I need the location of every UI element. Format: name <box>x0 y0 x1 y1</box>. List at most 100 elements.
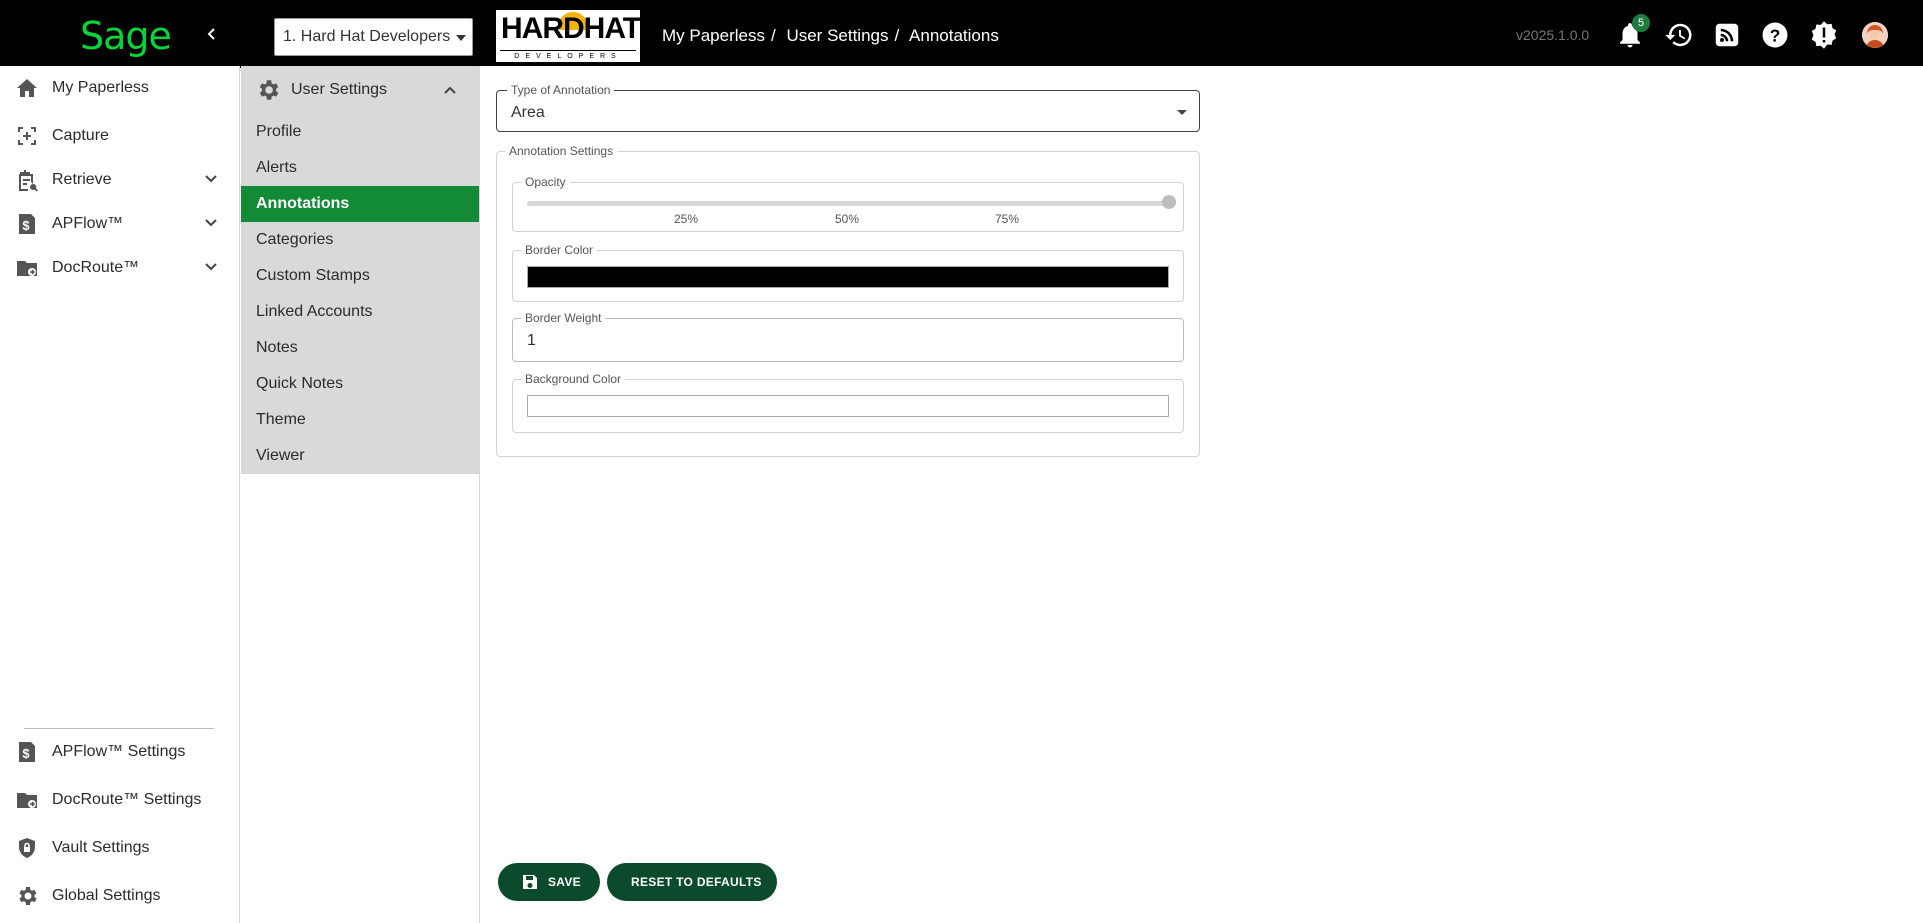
submenu-item-label: Custom Stamps <box>256 267 370 284</box>
background-color-label: Background Color <box>521 372 626 386</box>
company-logo-subtext: DEVELOPERS <box>500 50 636 62</box>
rss-feed-button[interactable] <box>1712 20 1742 50</box>
background-color-group: Background Color <box>512 372 1184 433</box>
opacity-tick-25: 25% <box>674 212 699 226</box>
nav-item-my-paperless[interactable]: My Paperless <box>0 66 240 110</box>
nav-item-label: APFlow™ Settings <box>52 743 186 760</box>
help-icon: ? <box>1762 22 1788 48</box>
nav-item-label: DocRoute™ Settings <box>52 791 202 808</box>
submenu-item-profile[interactable]: Profile <box>241 114 479 150</box>
nav-item-label: Vault Settings <box>52 839 150 856</box>
shield-lock-icon <box>19 838 35 858</box>
nav-item-apflow[interactable]: $ APFlow™ <box>0 202 240 246</box>
app: Sage 1. Hard Hat Developers HARDHAT DEVE… <box>0 0 1923 923</box>
help-button[interactable]: ? <box>1760 20 1790 50</box>
submenu-item-annotations[interactable]: Annotations <box>241 186 479 222</box>
submenu-item-custom-stamps[interactable]: Custom Stamps <box>241 258 479 294</box>
caret-down-icon <box>1177 110 1187 115</box>
save-icon <box>523 875 537 889</box>
submenu-title: User Settings <box>291 81 388 98</box>
caret-down-icon <box>456 35 466 41</box>
annotation-settings-label: Annotation Settings <box>505 144 618 158</box>
nav-item-label: Global Settings <box>52 887 161 904</box>
opacity-label: Opacity <box>521 175 570 189</box>
nav-item-vault-settings[interactable]: Vault Settings <box>0 826 240 870</box>
alert-button[interactable] <box>1809 20 1839 50</box>
collapse-sidebar-button[interactable] <box>198 20 226 48</box>
nav-item-retrieve[interactable]: Retrieve <box>0 158 240 202</box>
chevron-down-icon <box>205 263 217 271</box>
nav-divider <box>24 728 214 729</box>
submenu-header[interactable]: User Settings <box>241 66 479 114</box>
chevron-up-icon <box>444 86 456 94</box>
submenu-item-viewer[interactable]: Viewer <box>241 438 479 474</box>
nav-item-docroute[interactable]: DocRoute™ <box>0 246 240 290</box>
chevron-left-icon <box>207 28 215 40</box>
breadcrumb-separator: / <box>770 26 776 45</box>
nav-item-global-settings[interactable]: Global Settings <box>0 874 240 918</box>
history-button[interactable] <box>1664 20 1694 50</box>
annotation-type-select[interactable]: Type of Annotation Area <box>496 83 1200 132</box>
company-logo-text: HARDHAT <box>501 12 641 45</box>
annotation-type-label: Type of Annotation <box>507 83 615 97</box>
submenu-border <box>479 66 480 923</box>
notification-badge: 5 <box>1632 14 1650 32</box>
folder-route-icon <box>17 261 37 276</box>
border-color-picker[interactable] <box>527 266 1169 288</box>
company-select[interactable]: 1. Hard Hat Developers <box>274 18 473 56</box>
brand-area: Sage <box>2 2 242 68</box>
user-avatar[interactable] <box>1862 22 1888 48</box>
nav-item-docroute-settings[interactable]: DocRoute™ Settings <box>0 778 240 822</box>
rss-icon <box>1715 23 1739 47</box>
border-color-label: Border Color <box>521 243 598 257</box>
dollar-doc-icon: $ <box>19 742 35 762</box>
breadcrumb-user-settings[interactable]: User Settings <box>786 26 888 45</box>
save-button[interactable]: SAVE <box>498 863 600 901</box>
submenu-item-label: Quick Notes <box>256 375 344 392</box>
avatar-icon <box>1862 22 1888 48</box>
retrieve-icon <box>19 170 38 192</box>
opacity-slider[interactable] <box>527 201 1169 206</box>
reset-to-defaults-button[interactable]: RESET TO DEFAULTS <box>607 863 777 901</box>
opacity-group: Opacity 25% 50% 75% <box>512 175 1184 232</box>
background-color-picker[interactable] <box>527 395 1169 417</box>
nav-item-label: APFlow™ <box>52 215 124 232</box>
nav-item-capture[interactable]: Capture <box>0 114 240 158</box>
opacity-tick-75: 75% <box>995 212 1020 226</box>
border-weight-label: Border Weight <box>521 311 606 325</box>
breadcrumb-my-paperless[interactable]: My Paperless <box>662 26 765 45</box>
submenu-item-label: Alerts <box>256 159 297 176</box>
border-weight-value: 1 <box>527 332 536 349</box>
save-button-label: SAVE <box>548 875 581 889</box>
folder-route-icon <box>17 793 37 808</box>
user-settings-submenu: User Settings Profile Alerts Annotations… <box>241 66 479 474</box>
chevron-down-icon <box>205 175 217 183</box>
company-logo: HARDHAT DEVELOPERS <box>494 8 642 64</box>
submenu-item-label: Profile <box>256 123 302 140</box>
submenu-item-label: Annotations <box>256 195 350 212</box>
chevron-down-icon <box>205 219 217 227</box>
submenu-item-quick-notes[interactable]: Quick Notes <box>241 366 479 402</box>
submenu-item-categories[interactable]: Categories <box>241 222 479 258</box>
submenu-item-alerts[interactable]: Alerts <box>241 150 479 186</box>
nav-item-apflow-settings[interactable]: $ APFlow™ Settings <box>0 730 240 774</box>
breadcrumb-separator: / <box>894 26 900 45</box>
nav-item-label: Capture <box>52 127 109 144</box>
submenu-item-linked-accounts[interactable]: Linked Accounts <box>241 294 479 330</box>
opacity-slider-thumb[interactable] <box>1162 195 1176 209</box>
dollar-doc-icon: $ <box>19 214 35 234</box>
opacity-tick-50: 50% <box>835 212 860 226</box>
history-icon <box>1665 23 1692 47</box>
gear-icon <box>259 80 279 100</box>
submenu-item-theme[interactable]: Theme <box>241 402 479 438</box>
breadcrumb-annotations: Annotations <box>909 26 999 45</box>
svg-text:$: $ <box>22 746 30 761</box>
top-bar: Sage 1. Hard Hat Developers HARDHAT DEVE… <box>0 0 1923 68</box>
home-icon <box>17 79 37 97</box>
breadcrumb: My Paperless / User Settings / Annotations <box>662 26 1005 46</box>
reset-button-label: RESET TO DEFAULTS <box>631 875 762 889</box>
submenu-item-notes[interactable]: Notes <box>241 330 479 366</box>
svg-text:?: ? <box>1770 25 1781 45</box>
border-weight-field[interactable]: Border Weight 1 <box>512 311 1184 362</box>
submenu-item-label: Linked Accounts <box>256 303 373 320</box>
